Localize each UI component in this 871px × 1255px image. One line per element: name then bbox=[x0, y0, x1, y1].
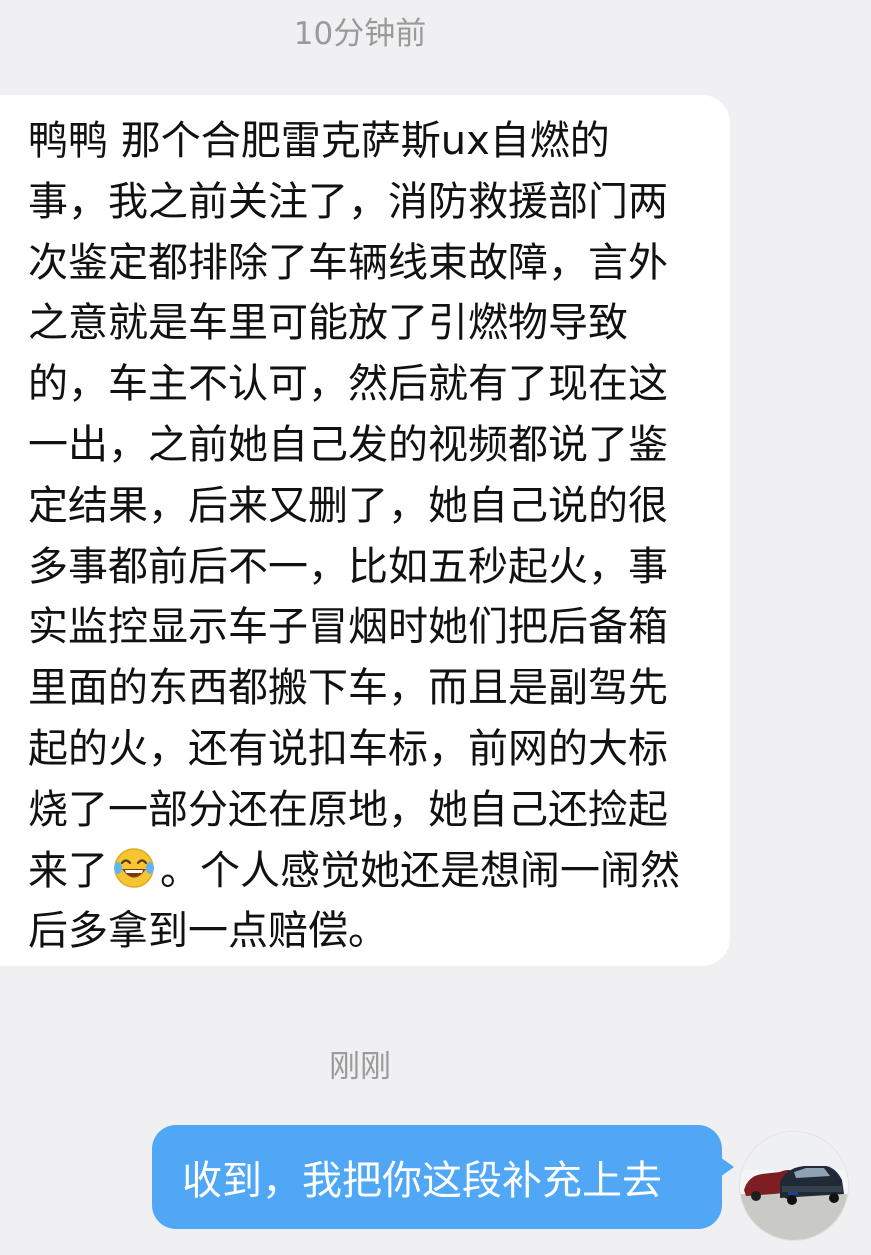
avatar-cars-photo-icon bbox=[740, 1132, 848, 1240]
incoming-message-text: 鸭鸭 那个合肥雷克萨斯ux自燃的事，我之前关注了，消防救援部门两次鉴定都排除了车… bbox=[28, 111, 688, 962]
chat-view: 10分钟前 鸭鸭 那个合肥雷克萨斯ux自燃的事，我之前关注了，消防救援部门两次鉴… bbox=[0, 0, 871, 1255]
outgoing-message-text: 收到，我把你这段补充上去 bbox=[182, 1158, 662, 1204]
face-with-tears-of-joy-icon bbox=[114, 847, 154, 888]
outgoing-message-bubble[interactable]: 收到，我把你这段补充上去 bbox=[152, 1125, 734, 1229]
message-timestamp: 刚刚 bbox=[329, 1049, 391, 1085]
incoming-message-bubble[interactable]: 鸭鸭 那个合肥雷克萨斯ux自燃的事，我之前关注了，消防救援部门两次鉴定都排除了车… bbox=[0, 95, 730, 966]
message-timestamp: 10分钟前 bbox=[293, 16, 427, 52]
avatar[interactable] bbox=[740, 1132, 848, 1240]
message-text-part: 鸭鸭 那个合肥雷克萨斯ux自燃的事，我之前关注了，消防救援部门两次鉴定都排除了车… bbox=[28, 118, 668, 894]
